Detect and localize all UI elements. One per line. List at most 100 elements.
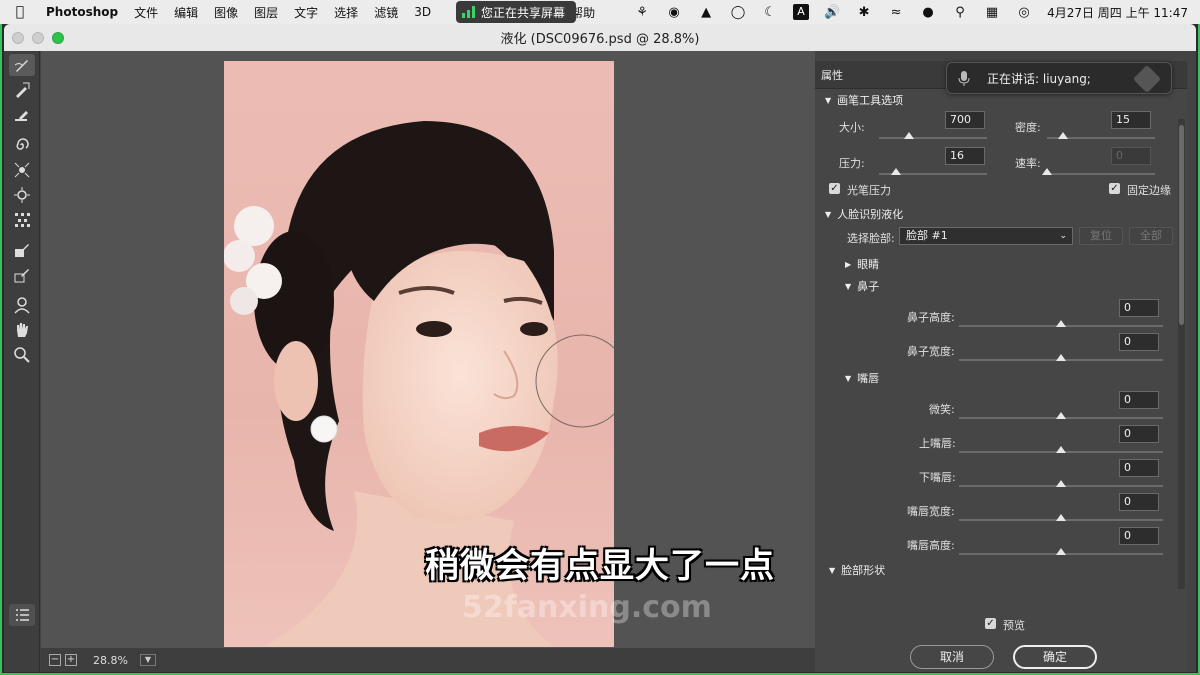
control-center-icon[interactable]: ▦ [983, 5, 1001, 20]
menu-type[interactable]: 文字 [286, 4, 326, 21]
user-icon[interactable]: ● [919, 5, 937, 20]
nose-width-input[interactable]: 0 [1119, 333, 1159, 351]
wifi-icon[interactable]: ≈ [887, 5, 905, 20]
cancel-button[interactable]: 取消 [910, 645, 994, 669]
creative-cloud-icon[interactable]: ◯ [729, 5, 747, 20]
volume-icon[interactable]: 🔊 [823, 5, 841, 20]
size-slider[interactable] [879, 132, 987, 139]
bloat-tool[interactable] [9, 184, 35, 206]
close-button[interactable] [12, 32, 24, 44]
forward-warp-tool[interactable] [8, 54, 35, 76]
minimize-button[interactable] [32, 32, 44, 44]
density-input[interactable]: 15 [1111, 111, 1151, 129]
ok-button[interactable]: 确定 [1013, 645, 1097, 669]
pucker-tool[interactable] [9, 159, 35, 181]
upper-lip-input[interactable]: 0 [1119, 425, 1159, 443]
canvas-status-bar: − + 28.8% ▼ [41, 648, 815, 672]
lower-lip-input[interactable]: 0 [1119, 459, 1159, 477]
nose-height-input[interactable]: 0 [1119, 299, 1159, 317]
nose-width-label: 鼻子宽度: [907, 345, 955, 358]
moon-icon[interactable]: ☾ [761, 5, 779, 20]
nose-width-slider-thumb[interactable] [1056, 354, 1066, 361]
smooth-tool[interactable] [9, 104, 35, 126]
spotlight-search-icon[interactable]: ⚲ [951, 5, 969, 20]
reset-face-button: 复位 [1079, 227, 1123, 245]
smile-slider-thumb[interactable] [1056, 412, 1066, 419]
obs-icon[interactable]: ◉ [665, 5, 683, 20]
pin-edges-checkbox[interactable]: ✓ [1109, 183, 1120, 194]
size-input[interactable]: 700 [945, 111, 985, 129]
mouth-height-slider-thumb[interactable] [1056, 548, 1066, 555]
properties-body: ▼ 画笔工具选项 大小: 700 密度: 15 压力: 16 速率: 0 ✓ 光… [815, 89, 1175, 589]
subsection-mouth[interactable]: ▼ 嘴唇 [815, 367, 1175, 389]
pin-edges-label: 固定边缘 [1127, 184, 1171, 197]
density-slider[interactable] [1047, 132, 1155, 139]
share-border-left [0, 24, 2, 675]
titlebar[interactable]: 液化 (DSC09676.psd @ 28.8%) [4, 24, 1196, 51]
twirl-icon [15, 138, 29, 150]
panel-scrollbar[interactable] [1178, 119, 1185, 589]
mouth-height-slider[interactable] [959, 548, 1163, 555]
stylus-pressure-checkbox[interactable]: ✓ [829, 183, 840, 194]
collapse-triangle-icon: ▼ [825, 95, 832, 105]
mouth-height-input[interactable]: 0 [1119, 527, 1159, 545]
pressure-input[interactable]: 16 [945, 147, 985, 165]
menu-select[interactable]: 选择 [326, 4, 366, 21]
window-controls [12, 32, 64, 44]
freeze-mask-tool[interactable] [9, 239, 35, 261]
mouth-width-slider[interactable] [959, 514, 1163, 521]
mouth-width-input[interactable]: 0 [1119, 493, 1159, 511]
push-left-icon [14, 213, 30, 227]
nose-height-slider-thumb[interactable] [1056, 320, 1066, 327]
pressure-slider-thumb[interactable] [891, 168, 902, 175]
panel-scrollbar-thumb[interactable] [1179, 125, 1184, 325]
hand-tool[interactable] [9, 319, 35, 341]
density-slider-thumb[interactable] [1058, 132, 1069, 139]
accessibility-icon[interactable]: ⚘ [633, 5, 651, 20]
siri-icon[interactable]: ◎ [1015, 5, 1033, 20]
twirl-tool[interactable] [9, 134, 35, 156]
input-method-icon[interactable]: A [793, 4, 810, 20]
thaw-mask-tool[interactable] [9, 264, 35, 286]
status-icons: ⚘ ◉ ▲ ◯ ☾ A 🔊 ✱ ≈ ● ⚲ ▦ ◎ 4月27日 周四 上午 11… [633, 0, 1188, 24]
smile-input[interactable]: 0 [1119, 391, 1159, 409]
zoom-out-button[interactable]: − [49, 654, 61, 666]
nose-height-slider[interactable] [959, 320, 1163, 327]
freeze-mask-icon [14, 244, 29, 257]
menu-app[interactable]: Photoshop [40, 5, 126, 19]
apple-icon[interactable]:  [0, 4, 40, 20]
zoom-dropdown-chevron-icon[interactable]: ▼ [139, 654, 156, 666]
bluetooth-icon[interactable]: ✱ [855, 5, 873, 20]
zoom-in-button[interactable]: + [65, 654, 77, 666]
upper-lip-slider-thumb[interactable] [1056, 446, 1066, 453]
menu-filter[interactable]: 滤镜 [366, 4, 406, 21]
upper-lip-slider[interactable] [959, 446, 1163, 453]
zoom-button[interactable] [52, 32, 64, 44]
size-slider-thumb[interactable] [904, 132, 915, 139]
menu-layer[interactable]: 图层 [246, 4, 286, 21]
menu-3d[interactable]: 3D [406, 5, 439, 19]
push-left-tool[interactable] [9, 209, 35, 231]
lower-lip-slider[interactable] [959, 480, 1163, 487]
mountain-icon[interactable]: ▲ [697, 5, 715, 20]
nose-width-slider[interactable] [959, 354, 1163, 361]
menu-file[interactable]: 文件 [126, 4, 166, 21]
subsection-eyes[interactable]: ▶ 眼睛 [815, 253, 1175, 275]
mouth-width-slider-thumb[interactable] [1056, 514, 1066, 521]
preview-checkbox[interactable]: ✓ [985, 618, 996, 629]
subsection-face-shape[interactable]: ▼ 脸部形状 [815, 559, 1175, 581]
smile-slider[interactable] [959, 412, 1163, 419]
zoom-tool[interactable] [9, 344, 35, 366]
screen-sharing-indicator[interactable]: 您正在共享屏幕 [456, 1, 576, 23]
face-tool[interactable] [9, 294, 35, 316]
menu-edit[interactable]: 编辑 [166, 4, 206, 21]
menubar-clock[interactable]: 4月27日 周四 上午 11:47 [1047, 4, 1188, 21]
subsection-nose[interactable]: ▼ 鼻子 [815, 275, 1175, 297]
panel-toggle-button[interactable] [9, 604, 35, 626]
section-face-aware[interactable]: ▼ 人脸识别液化 [815, 203, 1175, 225]
sharing-label: 您正在共享屏幕 [481, 5, 566, 20]
select-face-dropdown[interactable]: 脸部 #1 ⌄ [899, 227, 1073, 245]
menu-image[interactable]: 图像 [206, 4, 246, 21]
reconstruct-tool[interactable] [9, 79, 35, 101]
lower-lip-slider-thumb[interactable] [1056, 480, 1066, 487]
